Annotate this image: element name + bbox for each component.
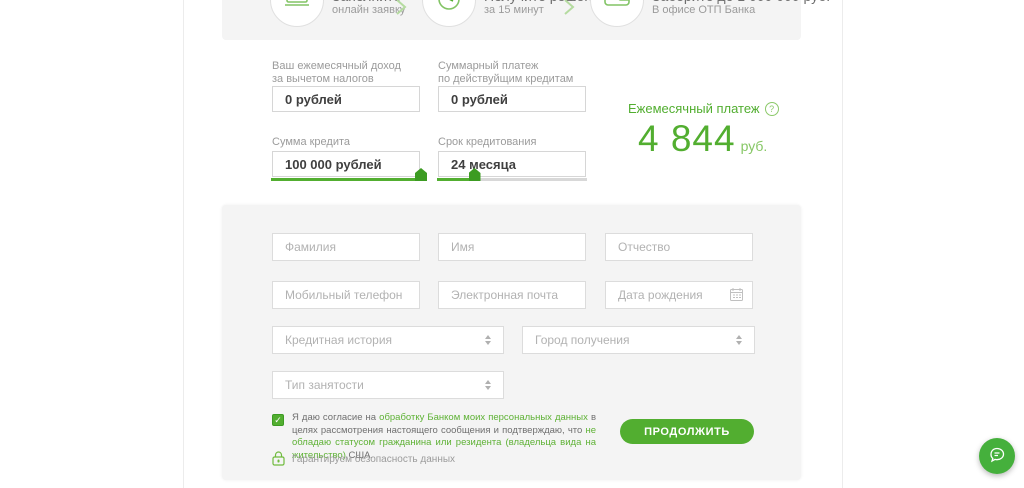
wallet-icon [602,0,632,16]
current-payments-label: Суммарный платеж по действуйщим кредитам [438,60,573,86]
current-payments-input[interactable] [438,86,586,112]
loan-amount-input[interactable] [272,151,420,177]
income-input[interactable] [272,86,420,112]
step-2-circle: 15 [422,0,476,27]
email-input[interactable] [438,281,586,309]
chat-bubble-icon [988,446,1006,467]
chevron-right-icon [562,0,576,21]
help-question-icon[interactable]: ? [765,102,779,116]
application-form-panel: Кредитная история Город получения Тип за… [222,205,801,480]
loan-term-input[interactable] [438,151,586,177]
income-label: Ваш ежемесячный доход за вычетом налогов [272,60,401,86]
credit-application-page: Заполните онлайн заявку 15 Получите реше… [0,0,1024,488]
step-2-subtitle: за 15 минут [484,4,608,17]
city-placeholder: Город получения [535,333,629,347]
monthly-payment-value: 4 844руб. [638,118,767,160]
step-1-circle [270,0,324,27]
step-3-circle [590,0,644,27]
step-3-label: Заберите до 1 000 000 руб. В офисе ОТП Б… [652,0,830,17]
select-arrows-icon [485,335,491,345]
employment-placeholder: Тип занятости [285,378,364,392]
consent-checkbox[interactable]: ✓ [272,414,284,426]
chat-button[interactable] [979,438,1015,474]
security-note: Гарантируем безопасность данных [292,454,455,465]
chevron-right-icon [394,0,408,21]
credit-history-placeholder: Кредитная история [285,333,392,347]
page-left-border [183,0,184,488]
loan-amount-label: Сумма кредита [272,136,350,149]
city-select[interactable]: Город получения [522,326,755,354]
calendar-icon[interactable] [730,288,743,306]
step-3-subtitle: В офисе ОТП Банка [652,4,830,17]
monthly-payment-label: Ежемесячный платеж ? [628,101,779,116]
loan-amount-slider[interactable] [271,178,421,181]
lock-icon [272,451,285,471]
submit-button[interactable]: ПРОДОЛЖИТЬ [620,419,754,444]
last-name-input[interactable] [272,233,420,261]
phone-input[interactable] [272,281,420,309]
stepper-panel: Заполните онлайн заявку 15 Получите реше… [222,0,801,40]
loan-term-label: Срок кредитования [438,136,536,149]
clock-icon: 15 [433,0,465,19]
loan-term-slider[interactable] [437,178,587,181]
credit-history-select[interactable]: Кредитная история [272,326,504,354]
middle-name-input[interactable] [605,233,753,261]
employment-select[interactable]: Тип занятости [272,371,504,399]
select-arrows-icon [736,335,742,345]
select-arrows-icon [485,380,491,390]
application-form-icon [282,0,312,18]
personal-data-link[interactable]: обработку Банком моих персональных данны… [379,412,588,423]
currency-label: руб. [741,138,768,154]
page-right-border [842,0,843,488]
first-name-input[interactable] [438,233,586,261]
